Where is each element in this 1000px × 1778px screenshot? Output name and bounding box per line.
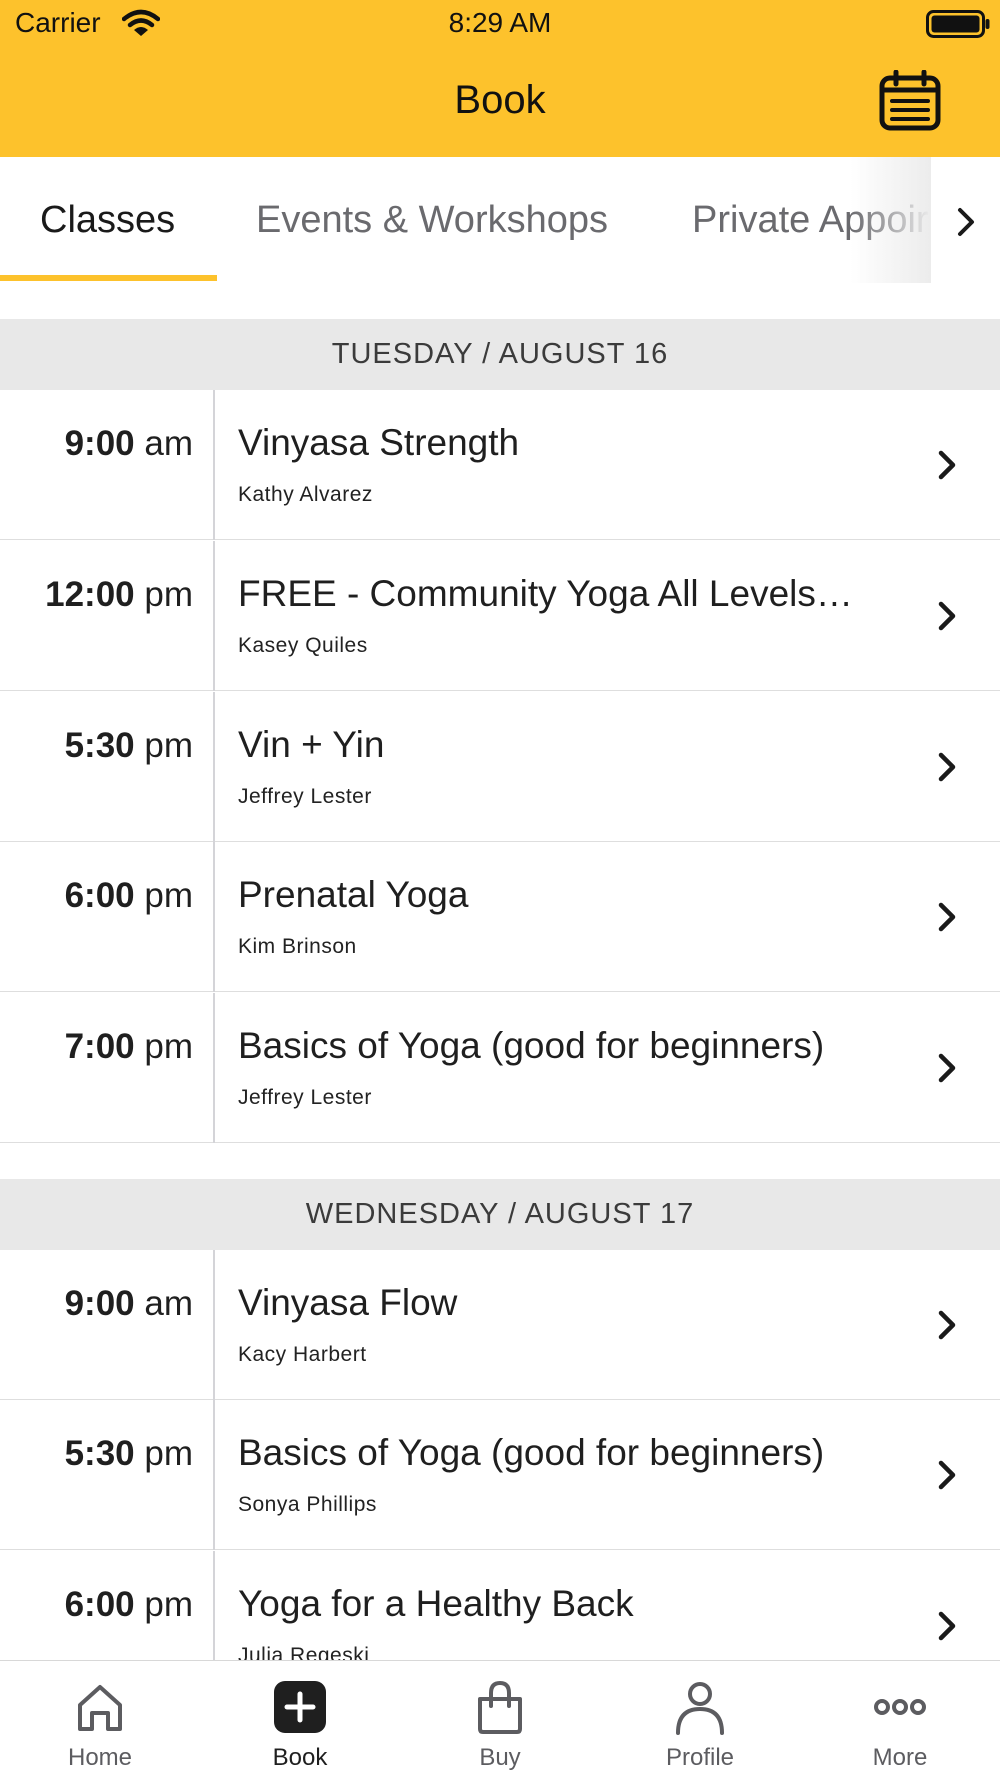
instructor-name: Jeffrey Lester (238, 785, 372, 808)
class-name: Vinyasa Strength (238, 422, 520, 463)
tab-classes[interactable]: Classes (40, 199, 175, 242)
class-name: Basics of Yoga (good for beginners) (238, 1432, 825, 1473)
class-time: 6:00 pm (64, 876, 193, 915)
calendar-icon[interactable] (878, 70, 942, 132)
class-name: Prenatal Yoga (238, 874, 469, 915)
tab-events-workshops[interactable]: Events & Workshops (256, 199, 608, 242)
class-row[interactable]: 6:00 pm Prenatal Yoga Kim Brinson (0, 842, 1000, 992)
class-time: 5:30 pm (64, 1434, 193, 1473)
plus-square-icon (274, 1681, 326, 1733)
chevron-right-icon (938, 1310, 956, 1340)
class-time: 9:00 am (64, 424, 193, 463)
battery-icon (926, 10, 990, 38)
nav-profile-label: Profile (665, 1744, 735, 1771)
class-name: Vin + Yin (238, 724, 385, 765)
nav-book-label: Book (272, 1744, 328, 1771)
chevron-right-icon (938, 1611, 956, 1641)
nav-home[interactable]: Home (0, 1661, 200, 1778)
class-name: Basics of Yoga (good for beginners) (238, 1025, 825, 1066)
chevron-right-icon (938, 1460, 956, 1490)
status-time: 8:29 AM (448, 7, 552, 38)
class-time: 9:00 am (64, 1284, 193, 1323)
instructor-name: Kasey Quiles (238, 634, 368, 657)
instructor-name: Kim Brinson (238, 935, 357, 958)
nav-buy[interactable]: Buy (400, 1661, 600, 1778)
tab-fade (850, 157, 931, 283)
class-row[interactable]: 9:00 am Vinyasa Strength Kathy Alvarez (0, 390, 1000, 540)
instructor-name: Kathy Alvarez (238, 483, 373, 506)
home-icon (78, 1685, 122, 1731)
class-time: 7:00 pm (64, 1027, 193, 1066)
chevron-right-icon (938, 601, 956, 631)
app-header: Carrier 8:29 AM Book (0, 0, 1000, 157)
active-tab-indicator (0, 275, 217, 281)
class-time: 5:30 pm (64, 726, 193, 765)
chevron-right-icon (938, 1053, 956, 1083)
tab-bar: Classes Events & Workshops Private Appoi… (0, 157, 1000, 283)
class-time: 6:00 pm (64, 1585, 193, 1624)
nav-buy-label: Buy (479, 1744, 521, 1771)
status-bar: Carrier 8:29 AM (0, 0, 1000, 46)
instructor-name: Jeffrey Lester (238, 1086, 372, 1109)
nav-more[interactable]: More (800, 1661, 1000, 1778)
chevron-right-icon (938, 450, 956, 480)
class-name: Vinyasa Flow (238, 1282, 458, 1323)
class-row[interactable]: 7:00 pm Basics of Yoga (good for beginne… (0, 993, 1000, 1143)
person-icon (676, 1682, 724, 1735)
day-header: TUESDAY / AUGUST 16 (0, 319, 1000, 390)
class-name: FREE - Community Yoga All Levels… (238, 573, 853, 614)
page-title: Book (454, 78, 546, 122)
day-header: WEDNESDAY / AUGUST 17 (0, 1179, 1000, 1250)
chevron-right-icon (938, 752, 956, 782)
class-row[interactable]: 5:30 pm Basics of Yoga (good for beginne… (0, 1400, 1000, 1550)
chevron-right-icon (938, 902, 956, 932)
nav-book[interactable]: Book (200, 1661, 400, 1778)
class-time: 12:00 pm (45, 575, 193, 614)
nav-home-label: Home (67, 1744, 133, 1771)
chevron-right-icon[interactable] (950, 202, 982, 242)
class-row[interactable]: 9:00 am Vinyasa Flow Kacy Harbert (0, 1250, 1000, 1400)
shopping-bag-icon (478, 1680, 522, 1734)
more-dots-icon (874, 1699, 926, 1715)
class-row[interactable]: 12:00 pm FREE - Community Yoga All Level… (0, 541, 1000, 691)
bottom-nav: Home Book Buy Profile More (0, 1660, 1000, 1778)
class-row[interactable]: 5:30 pm Vin + Yin Jeffrey Lester (0, 692, 1000, 842)
class-name: Yoga for a Healthy Back (238, 1583, 634, 1624)
nav-profile[interactable]: Profile (600, 1661, 800, 1778)
instructor-name: Kacy Harbert (238, 1343, 367, 1366)
instructor-name: Sonya Phillips (238, 1493, 377, 1516)
nav-more-label: More (872, 1744, 928, 1771)
